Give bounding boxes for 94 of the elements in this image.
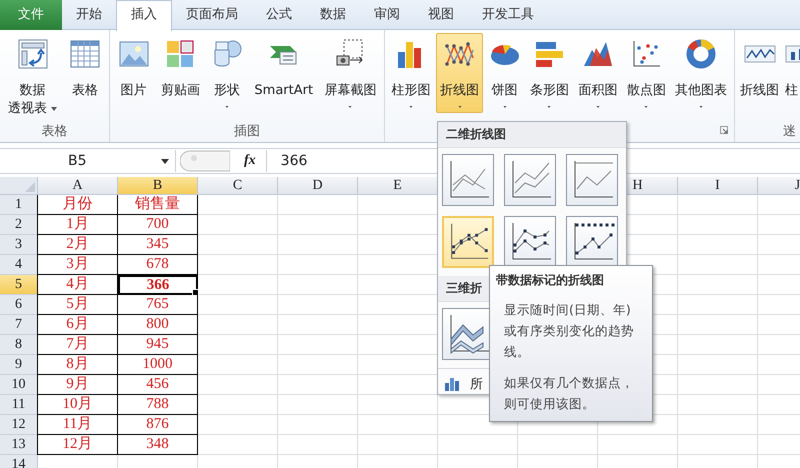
table-cell[interactable]: 1月: [38, 215, 118, 235]
ribbon-button[interactable]: 折线图: [737, 33, 782, 113]
line-chart-option[interactable]: [566, 154, 618, 206]
row-header[interactable]: 6: [0, 295, 38, 315]
table-icon: [69, 38, 101, 70]
table-cell[interactable]: 12月: [38, 435, 118, 455]
ribbon-tab[interactable]: 公式: [252, 0, 306, 30]
row-header[interactable]: 14: [0, 455, 38, 468]
group-label: 迷: [783, 123, 796, 140]
column-header[interactable]: A: [38, 177, 118, 195]
caret-icon: [161, 158, 169, 164]
ribbon-tab[interactable]: 插入: [116, 0, 172, 31]
splitter-handle[interactable]: [180, 150, 230, 172]
table-cell[interactable]: 1000: [118, 355, 198, 375]
ribbon-button[interactable]: 屏幕截图: [320, 33, 380, 113]
row-header[interactable]: 4: [0, 255, 38, 275]
donut-chart-icon: [685, 38, 718, 70]
ribbon-button[interactable]: 剪贴画: [156, 33, 204, 113]
ribbon-tab[interactable]: 审阅: [360, 0, 414, 30]
ribbon-button[interactable]: 饼图: [484, 33, 525, 113]
group-label: 表格: [42, 123, 68, 140]
table-cell[interactable]: 销售量: [118, 195, 198, 215]
column-header[interactable]: J: [758, 177, 800, 195]
row-header[interactable]: 5: [0, 275, 38, 295]
row-header[interactable]: 9: [0, 355, 38, 375]
table-cell[interactable]: 765: [118, 295, 198, 315]
table-cell[interactable]: 700: [118, 215, 198, 235]
table-cell[interactable]: 800: [118, 315, 198, 335]
pivot-table-icon: [16, 38, 48, 70]
row-header[interactable]: 2: [0, 215, 38, 235]
section-header: 二维折线图: [438, 122, 626, 148]
table-cell[interactable]: 9月: [38, 375, 118, 395]
group-label: 插图: [234, 123, 260, 140]
tooltip-text: 显示随时间(日期、年)或有序类别变化的趋势线。: [504, 301, 635, 361]
ribbon-button[interactable]: 数据 透视表: [4, 33, 61, 113]
table-cell[interactable]: 5月: [38, 295, 118, 315]
column-header[interactable]: D: [278, 177, 358, 195]
table-cell[interactable]: 945: [118, 335, 198, 355]
column-header[interactable]: I: [678, 177, 758, 195]
ribbon-button[interactable]: 面积图: [574, 33, 622, 113]
fill-handle[interactable]: [192, 289, 199, 296]
table-cell[interactable]: 7月: [38, 335, 118, 355]
row-header[interactable]: 8: [0, 335, 38, 355]
table-cell[interactable]: 3月: [38, 255, 118, 275]
ribbon-button[interactable]: 条形图: [526, 33, 573, 113]
ribbon-button[interactable]: SmartArt: [250, 33, 318, 113]
line-chart-option[interactable]: [442, 216, 494, 268]
clip-art-icon: [164, 38, 196, 70]
column-header[interactable]: E: [358, 177, 438, 195]
table-cell[interactable]: 366: [118, 275, 198, 295]
row-header[interactable]: 12: [0, 415, 38, 435]
ribbon-button[interactable]: 折线图: [436, 33, 484, 113]
table-cell[interactable]: 345: [118, 235, 198, 255]
table-cell[interactable]: 8月: [38, 355, 118, 375]
ribbon-button[interactable]: 其他图表: [671, 33, 732, 113]
line-chart-option[interactable]: [504, 154, 556, 206]
ribbon-tab[interactable]: 视图: [414, 0, 468, 30]
table-cell[interactable]: 11月: [38, 415, 118, 435]
table-cell[interactable]: 10月: [38, 395, 118, 415]
ribbon-button[interactable]: 表格: [65, 33, 105, 113]
ribbon-button[interactable]: 柱形图: [388, 33, 435, 113]
column-header[interactable]: C: [198, 177, 278, 195]
row-header[interactable]: 11: [0, 395, 38, 415]
ribbon-tab[interactable]: 页面布局: [172, 0, 252, 30]
table-cell[interactable]: 348: [118, 435, 198, 455]
ribbon-tab[interactable]: 开发工具: [468, 0, 548, 30]
ribbon-button[interactable]: 形状: [207, 33, 248, 113]
line-chart-option[interactable]: [504, 216, 556, 268]
table-cell[interactable]: 4月: [38, 275, 118, 295]
dialog-launcher-icon[interactable]: [720, 126, 728, 134]
table-cell[interactable]: 月份: [38, 195, 118, 215]
table-cell[interactable]: 678: [118, 255, 198, 275]
line-chart-option[interactable]: [442, 154, 494, 206]
table-cell[interactable]: 6月: [38, 315, 118, 335]
row-header[interactable]: 7: [0, 315, 38, 335]
insert-function-button[interactable]: fx: [244, 153, 256, 169]
row-header[interactable]: 13: [0, 435, 38, 455]
ribbon-button[interactable]: 柱: [782, 33, 800, 113]
column-chart-icon: [444, 376, 460, 392]
ribbon-tab[interactable]: 数据: [306, 0, 360, 30]
row-header[interactable]: 3: [0, 235, 38, 255]
row-header[interactable]: 1: [0, 195, 38, 215]
file-menu-tab[interactable]: 文件: [0, 0, 62, 30]
table-cell[interactable]: 2月: [38, 235, 118, 255]
table-cell[interactable]: 876: [118, 415, 198, 435]
column-header[interactable]: B: [118, 177, 198, 195]
ribbon-button[interactable]: 图片: [114, 33, 154, 113]
ribbon-button[interactable]: 散点图: [622, 33, 670, 113]
table-cell[interactable]: 456: [118, 375, 198, 395]
ribbon-tab[interactable]: 开始: [62, 0, 116, 30]
table-cell[interactable]: 788: [118, 395, 198, 415]
tooltip-text: 如果仅有几个数据点，则可使用该图。: [504, 374, 635, 413]
row-header[interactable]: 10: [0, 375, 38, 395]
line-chart-option[interactable]: [566, 216, 618, 268]
